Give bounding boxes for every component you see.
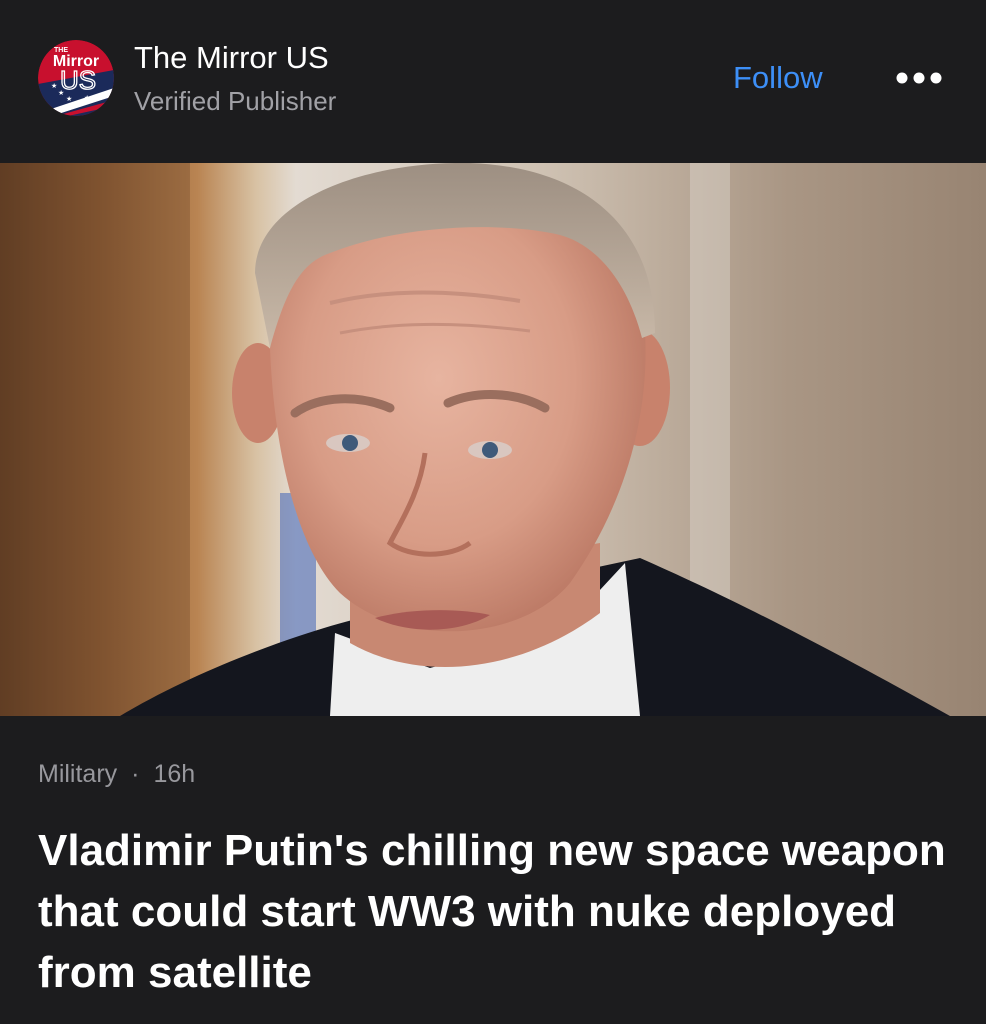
publisher-header: ★ ★ ★ ★ ★ THE Mirror US The Mirror US Ve… xyxy=(0,0,986,163)
publisher-name[interactable]: The Mirror US xyxy=(134,40,329,76)
svg-text:★: ★ xyxy=(66,95,72,103)
meta-separator: · xyxy=(131,760,140,788)
follow-button[interactable]: Follow xyxy=(733,60,823,96)
publisher-logo[interactable]: ★ ★ ★ ★ ★ THE Mirror US xyxy=(38,40,114,116)
article-time: 16h xyxy=(153,760,196,788)
svg-text:★: ★ xyxy=(51,82,57,90)
more-horizontal-icon[interactable] xyxy=(894,66,944,90)
publisher-verified-label: Verified Publisher xyxy=(134,86,337,116)
article-headline[interactable]: Vladimir Putin's chilling new space weap… xyxy=(38,820,958,1003)
article-category[interactable]: Military xyxy=(38,760,117,788)
logo-text-sub: US xyxy=(60,65,96,95)
svg-text:★: ★ xyxy=(74,100,80,108)
svg-text:★: ★ xyxy=(84,94,90,102)
article-hero-image[interactable] xyxy=(0,163,986,716)
article-meta: Military · 16h xyxy=(38,760,195,789)
